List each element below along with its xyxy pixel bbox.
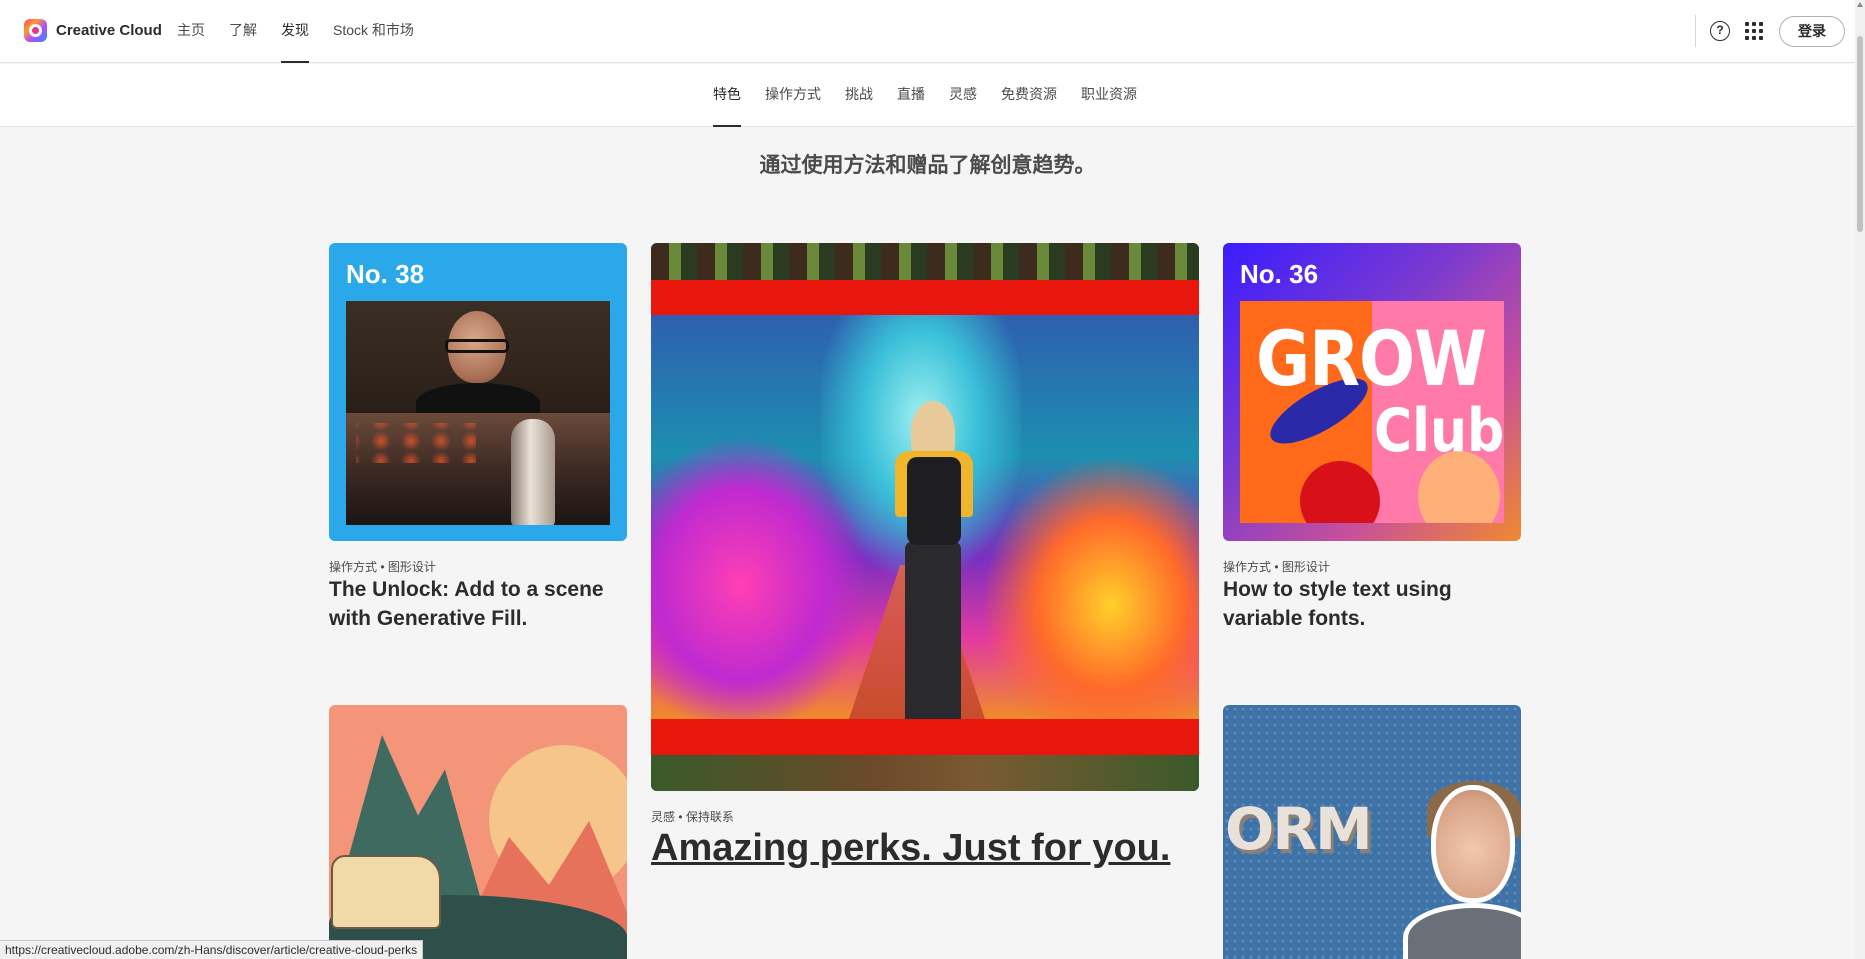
issue-number: No. 36 (1240, 259, 1319, 289)
tab-challenges[interactable]: 挑战 (845, 64, 873, 127)
issue-number: No. 38 (346, 259, 425, 289)
divider (1695, 15, 1696, 47)
card-title-link[interactable]: Amazing perks. Just for you. (651, 826, 1211, 870)
primary-nav: 主页 了解 发现 Stock 和市场 (177, 0, 438, 63)
discover-subnav: 特色 操作方式 挑战 直播 灵感 免费资源 职业资源 (0, 64, 1855, 127)
page-tagline: 通过使用方法和赠品了解创意趋势。 (759, 154, 1096, 177)
camper-van-illustration (331, 855, 441, 929)
card-meta: 操作方式 • 图形设计 (1223, 560, 1330, 574)
portrait-image (346, 301, 610, 423)
tab-live[interactable]: 直播 (897, 64, 925, 127)
page-scrollbar[interactable] (1855, 0, 1865, 959)
nav-link-learn[interactable]: 了解 (229, 0, 257, 63)
link-status-bar: https://creativecloud.adobe.com/zh-Hans/… (0, 940, 424, 959)
card-image-portrait[interactable]: ORM (1223, 705, 1521, 959)
nav-link-stock[interactable]: Stock 和市场 (333, 0, 414, 63)
street-robot-image (346, 413, 610, 525)
red-band (651, 719, 1199, 755)
creative-cloud-logo-icon (24, 19, 47, 42)
jungle-illustration (651, 315, 1199, 719)
subnav-tabs: 特色 操作方式 挑战 直播 灵感 免费资源 职业资源 (713, 64, 1161, 127)
grow-club-artwork: GROW Club (1240, 301, 1504, 523)
sign-in-button[interactable]: 登录 (1779, 15, 1845, 47)
red-band (651, 280, 1199, 316)
tab-featured[interactable]: 特色 (713, 64, 741, 127)
scroll-thumb[interactable] (1857, 36, 1863, 232)
tab-how-to[interactable]: 操作方式 (765, 64, 821, 127)
tab-inspiration[interactable]: 灵感 (949, 64, 977, 127)
art-word: ORM (1225, 795, 1373, 863)
tab-free-resources[interactable]: 免费资源 (1001, 64, 1057, 127)
card-title[interactable]: How to style text using variable fonts. (1223, 575, 1523, 633)
art-word: Club (1374, 397, 1504, 466)
brand-name: Creative Cloud (56, 22, 162, 39)
card-image-generative-fill[interactable]: No. 38 (329, 243, 627, 541)
art-word: GROW (1256, 315, 1487, 404)
scroll-up-arrow-icon[interactable] (1857, 2, 1863, 7)
woman-portrait (1403, 781, 1521, 959)
global-nav: Creative Cloud 主页 了解 发现 Stock 和市场 ? 登录 (0, 0, 1855, 63)
nav-actions: ? 登录 (1695, 12, 1845, 50)
nav-link-discover[interactable]: 发现 (281, 0, 309, 63)
card-image-variable-fonts[interactable]: No. 36 GROW Club (1223, 243, 1521, 541)
brand[interactable]: Creative Cloud (24, 19, 162, 42)
card-image-mountains[interactable] (329, 705, 627, 959)
app-switcher-icon[interactable] (1745, 22, 1763, 40)
tab-career-resources[interactable]: 职业资源 (1081, 64, 1137, 127)
help-icon[interactable]: ? (1710, 21, 1730, 41)
hiker-figure (889, 401, 979, 719)
nav-link-home[interactable]: 主页 (177, 0, 205, 63)
card-title[interactable]: The Unlock: Add to a scene with Generati… (329, 575, 629, 633)
card-image-perks[interactable] (651, 243, 1199, 791)
card-meta: 灵感 • 保持联系 (651, 810, 734, 824)
card-meta: 操作方式 • 图形设计 (329, 560, 436, 574)
